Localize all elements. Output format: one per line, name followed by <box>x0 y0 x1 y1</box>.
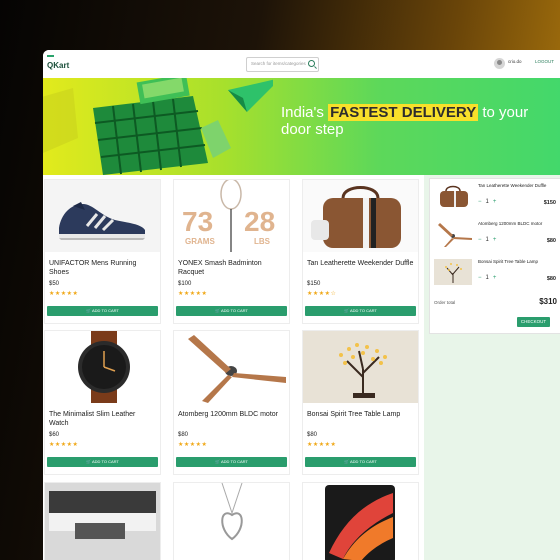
quantity-value: 1 <box>485 199 489 205</box>
cart-item-image <box>434 183 472 209</box>
product-image-pendant <box>174 483 289 560</box>
product-card[interactable]: UNIFACTOR Mens Running Shoes $50 ★★★★★ 🛒… <box>44 179 161 324</box>
rating-stars: ★★★★★ <box>178 442 208 448</box>
product-card[interactable]: Bonsai Spirit Tree Table Lamp $80 ★★★★★ … <box>302 330 419 475</box>
product-card[interactable]: 73 GRAMS 28 LBS YONEX Smash Badminton Ra… <box>173 179 290 324</box>
product-image-fan <box>174 331 289 403</box>
product-grid: UNIFACTOR Mens Running Shoes $50 ★★★★★ 🛒… <box>43 179 420 560</box>
product-price: $50 <box>49 281 60 287</box>
header: QKart Search for items/categories crio.d… <box>43 50 560 79</box>
cart-item-cost: $80 <box>546 238 556 244</box>
cart-item-image <box>434 221 472 247</box>
product-card[interactable]: Tan Leatherette Weekender Duffle $150 ★★… <box>302 179 419 324</box>
cart-item: Bonsai Spirit Tree Table Lamp −1 + $80 <box>434 255 556 289</box>
quantity-stepper[interactable]: −1 + <box>478 237 496 243</box>
avatar <box>494 58 505 69</box>
product-image-racquet: 73 GRAMS 28 LBS <box>174 180 289 252</box>
product-name[interactable]: Tan Leatherette Weekender Duffle <box>307 259 414 268</box>
decrement-button[interactable]: − <box>478 275 482 281</box>
logo[interactable]: QKart <box>47 61 69 70</box>
hero-banner: India's FASTEST DELIVERY to your door st… <box>43 78 560 175</box>
increment-button[interactable]: + <box>493 199 497 205</box>
product-card[interactable]: The Minimalist Slim Leather Watch $60 ★★… <box>44 330 161 475</box>
add-to-cart-button[interactable]: 🛒 ADD TO CART <box>47 457 158 467</box>
add-to-cart-button[interactable]: 🛒 ADD TO CART <box>305 306 416 316</box>
product-price: $60 <box>49 432 60 438</box>
product-image-shoes <box>45 180 160 252</box>
cart-panel: Tan Leatherette Weekender Duffle −1 + $15… <box>429 178 560 334</box>
add-to-cart-button[interactable]: 🛒 ADD TO CART <box>47 306 158 316</box>
cart-item-name: Tan Leatherette Weekender Duffle <box>478 183 547 188</box>
increment-button[interactable]: + <box>493 237 497 243</box>
decrement-button[interactable]: − <box>478 237 482 243</box>
quantity-stepper[interactable]: −1 + <box>478 199 496 205</box>
app-window: QKart Search for items/categories crio.d… <box>43 50 560 560</box>
add-to-cart-button[interactable]: 🛒 ADD TO CART <box>176 457 287 467</box>
product-price: $150 <box>307 281 321 287</box>
product-price: $80 <box>178 432 189 438</box>
quantity-value: 1 <box>485 275 489 281</box>
add-to-cart-label: ADD TO CART <box>220 459 248 464</box>
product-name[interactable]: UNIFACTOR Mens Running Shoes <box>49 259 156 277</box>
search-placeholder: Search for items/categories <box>251 61 306 66</box>
cart-item-name: Bonsai Spirit Tree Table Lamp <box>478 259 538 264</box>
rating-stars: ★★★★★ <box>178 291 208 297</box>
add-to-cart-label: ADD TO CART <box>349 459 377 464</box>
product-price: $100 <box>178 281 192 287</box>
shopping-cart-illustration <box>43 78 273 175</box>
rating-stars: ★★★★☆ <box>307 291 337 297</box>
product-name[interactable]: YONEX Smash Badminton Racquet <box>178 259 285 277</box>
product-image-sofa <box>45 483 160 560</box>
add-to-cart-button[interactable]: 🛒 ADD TO CART <box>176 306 287 316</box>
cart-item-image <box>434 259 472 285</box>
add-to-cart-label: ADD TO CART <box>220 308 248 313</box>
hero-text-before: India's <box>281 104 329 121</box>
cart-item: Tan Leatherette Weekender Duffle −1 + $15… <box>434 179 556 213</box>
product-image-lamp <box>303 331 418 403</box>
product-name[interactable]: Bonsai Spirit Tree Table Lamp <box>307 410 414 419</box>
add-to-cart-label: ADD TO CART <box>349 308 377 313</box>
product-card[interactable] <box>44 482 161 560</box>
add-to-cart-label: ADD TO CART <box>91 459 119 464</box>
product-card[interactable]: Atomberg 1200mm BLDC motor $80 ★★★★★ 🛒 A… <box>173 330 290 475</box>
rating-stars: ★★★★★ <box>49 442 79 448</box>
add-to-cart-label: ADD TO CART <box>91 308 119 313</box>
product-card[interactable] <box>173 482 290 560</box>
checkout-button[interactable]: CHECKOUT <box>517 317 550 327</box>
quantity-stepper[interactable]: −1 + <box>478 275 496 281</box>
rating-stars: ★★★★★ <box>307 442 337 448</box>
cart-item: Atomberg 1200mm BLDC motor −1 + $80 <box>434 217 556 251</box>
quantity-value: 1 <box>485 237 489 243</box>
logo-mark <box>47 55 54 57</box>
search-input[interactable]: Search for items/categories <box>246 57 319 72</box>
product-price: $80 <box>307 432 318 438</box>
hero-highlight: FASTEST DELIVERY <box>328 104 479 121</box>
product-card[interactable] <box>302 482 419 560</box>
username: crio.do <box>508 59 522 64</box>
rating-stars: ★★★★★ <box>49 291 79 297</box>
cart-item-name: Atomberg 1200mm BLDC motor <box>478 221 543 226</box>
product-name[interactable]: The Minimalist Slim Leather Watch <box>49 410 156 428</box>
order-total-label: Order total <box>434 300 456 305</box>
search-icon[interactable] <box>308 60 315 67</box>
add-to-cart-button[interactable]: 🛒 ADD TO CART <box>305 457 416 467</box>
product-name[interactable]: Atomberg 1200mm BLDC motor <box>178 410 285 419</box>
product-image-tablet <box>303 483 418 560</box>
decrement-button[interactable]: − <box>478 199 482 205</box>
product-image-duffle <box>303 180 418 252</box>
increment-button[interactable]: + <box>493 275 497 281</box>
product-image-watch <box>45 331 160 403</box>
hero-headline: India's FASTEST DELIVERY to your door st… <box>281 104 541 138</box>
order-total-value: $310 <box>539 297 557 306</box>
cart-item-cost: $80 <box>546 276 556 282</box>
logout-button[interactable]: LOGOUT <box>535 59 554 64</box>
cart-item-cost: $150 <box>543 200 556 206</box>
